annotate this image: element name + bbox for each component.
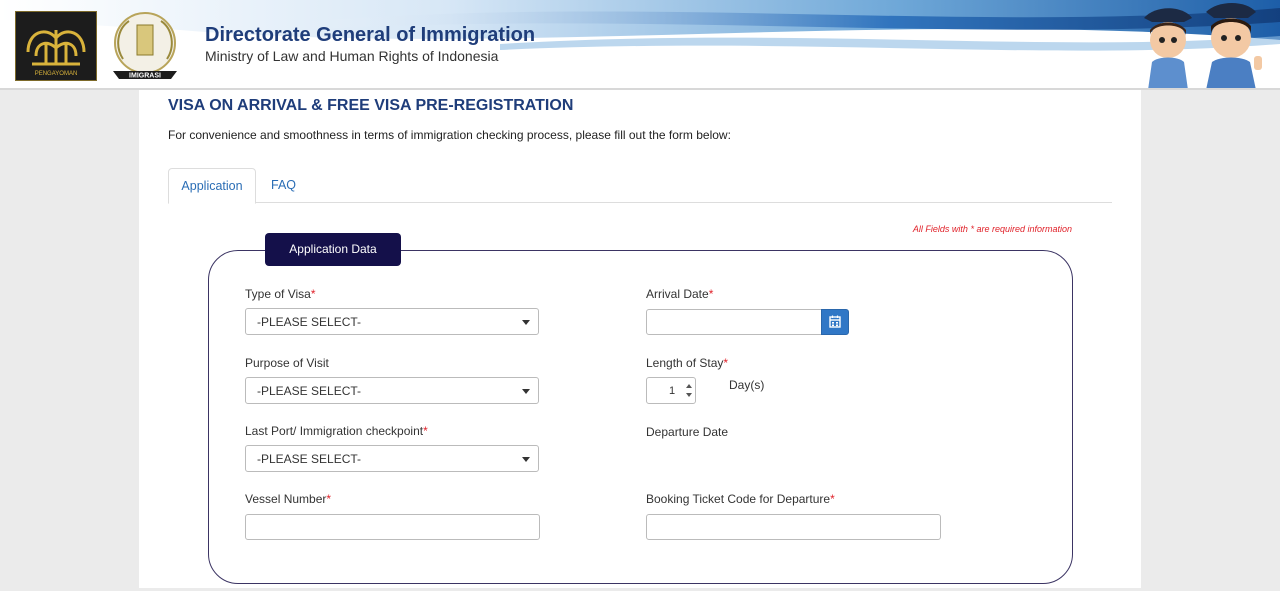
svg-text:IMIGRASI: IMIGRASI [129, 73, 161, 80]
page-intro: For convenience and smoothness in terms … [168, 128, 731, 142]
booking-code-input[interactable] [646, 514, 941, 540]
mascots-image [1134, 0, 1274, 90]
arrival-date-input[interactable] [646, 309, 822, 335]
type-of-visa-select[interactable]: -PLEASE SELECT- [245, 308, 539, 335]
length-of-stay-unit: Day(s) [729, 378, 765, 392]
last-port-label-text: Last Port/ Immigration checkpoint [245, 424, 424, 438]
purpose-of-visit-value: -PLEASE SELECT- [257, 384, 362, 398]
length-of-stay-value: 1 [669, 385, 676, 397]
vessel-number-label-text: Vessel Number [245, 492, 327, 506]
chevron-down-icon [522, 320, 530, 325]
calendar-icon [829, 315, 841, 328]
required-star: * [310, 287, 316, 301]
page-title: VISA ON ARRIVAL & FREE VISA PRE-REGISTRA… [168, 97, 574, 114]
header-swoosh [0, 0, 1280, 51]
imigrasi-logo: IMIGRASI [101, 9, 189, 81]
arrival-date-label-text: Arrival Date [646, 287, 709, 301]
decrement-arrow-icon[interactable] [686, 393, 692, 397]
site-title: Directorate General of Immigration [205, 24, 536, 46]
booking-code-label: Booking Ticket Code for Departure* [646, 492, 835, 506]
required-star: * [723, 356, 729, 370]
content-panel: VISA ON ARRIVAL & FREE VISA PRE-REGISTRA… [139, 90, 1141, 588]
tab-bar: Application FAQ [168, 168, 1112, 204]
booking-code-label-text: Booking Ticket Code for Departure [646, 492, 831, 506]
last-port-label: Last Port/ Immigration checkpoint* [245, 424, 428, 438]
tab-application[interactable]: Application [168, 168, 256, 204]
required-star: * [830, 492, 835, 506]
required-star: * [326, 492, 332, 506]
svg-text:PENGAYOMAN: PENGAYOMAN [35, 71, 78, 77]
purpose-of-visit-label: Purpose of Visit [245, 356, 329, 370]
fieldset-legend: Application Data [265, 233, 401, 266]
site-header: PENGAYOMAN IMIGRASI Directorate General … [0, 0, 1280, 90]
pengayoman-logo: PENGAYOMAN [15, 11, 97, 81]
last-port-value: -PLEASE SELECT- [257, 452, 362, 466]
departure-date-label: Departure Date [646, 425, 729, 439]
type-of-visa-value: -PLEASE SELECT- [257, 315, 362, 329]
purpose-of-visit-select[interactable]: -PLEASE SELECT- [245, 377, 539, 404]
calendar-button[interactable] [821, 309, 849, 335]
increment-arrow-icon[interactable] [686, 384, 692, 388]
type-of-visa-label: Type of Visa* [245, 287, 316, 301]
chevron-down-icon [522, 457, 530, 462]
site-subtitle: Ministry of Law and Human Rights of Indo… [205, 48, 499, 64]
length-of-stay-label: Length of Stay* [646, 356, 728, 370]
vessel-number-label: Vessel Number* [245, 492, 331, 506]
tab-faq[interactable]: FAQ [271, 168, 296, 202]
required-note: All Fields with * are required informati… [912, 224, 1072, 234]
type-of-visa-label-text: Type of Visa [245, 287, 311, 301]
last-port-select[interactable]: -PLEASE SELECT- [245, 445, 539, 472]
length-of-stay-stepper[interactable]: 1 [646, 377, 696, 404]
required-star: * [423, 424, 428, 438]
required-star: * [708, 287, 714, 301]
arrival-date-label: Arrival Date* [646, 287, 713, 301]
chevron-down-icon [522, 389, 530, 394]
vessel-number-input[interactable] [245, 514, 540, 540]
length-of-stay-label-text: Length of Stay [646, 356, 724, 370]
